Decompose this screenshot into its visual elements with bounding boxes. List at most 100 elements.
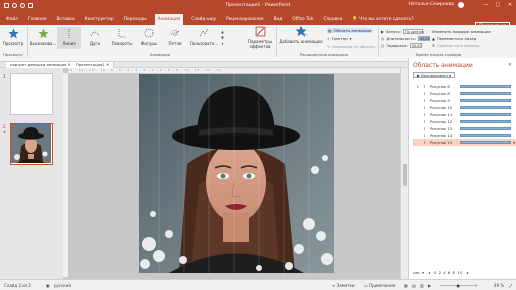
title-bar: Презентация1 - PowerPoint Наталья Смирно…: [0, 0, 516, 10]
effect-shapes[interactable]: Фигуры: [137, 27, 161, 46]
duration-control: ◷ Длительность: 02,00: [381, 36, 431, 41]
fit-slide-icon[interactable]: ⤢: [509, 280, 512, 290]
close-icon[interactable]: ✕: [106, 62, 109, 67]
animation-star-icon: ★: [3, 130, 7, 134]
item-dropdown-icon[interactable]: ▾: [513, 140, 515, 145]
divider: [27, 27, 28, 57]
effect-pop[interactable]: Выскакива...: [30, 27, 56, 46]
reading-view-icon[interactable]: ▥: [420, 280, 424, 290]
animation-item[interactable]: ⌇ Рисунок 12: [413, 118, 516, 125]
zoom-in-icon[interactable]: ▸: [467, 270, 469, 275]
redo-icon[interactable]: [20, 2, 25, 8]
close-pane-button[interactable]: ✕: [508, 62, 512, 68]
duration-label: Длительность:: [386, 36, 417, 41]
tab-file[interactable]: Файл: [4, 16, 20, 25]
slide-image[interactable]: [139, 74, 334, 273]
animation-item[interactable]: ⌇ Рисунок 8: [413, 90, 516, 97]
animation-item[interactable]: ⌇ Рисунок 15 ▾: [413, 139, 516, 146]
item-timing-bar[interactable]: [460, 120, 512, 123]
tab-review[interactable]: Рецензирование: [224, 16, 265, 25]
tab-animations[interactable]: Анимация: [154, 14, 184, 25]
tab-slideshow[interactable]: Слайд-шоу: [189, 16, 218, 25]
animation-painter-button[interactable]: ✎ Анимация по образцу: [327, 44, 376, 49]
item-timing-bar[interactable]: [460, 141, 512, 144]
seconds-dropdown[interactable]: сек. ▾: [413, 270, 424, 275]
animation-item[interactable]: ⌇ Рисунок 11: [413, 111, 516, 118]
maximize-button[interactable]: □: [492, 0, 504, 10]
close-button[interactable]: ✕: [504, 0, 516, 10]
tell-me-search[interactable]: 💡 Что вы хотите сделать?: [350, 16, 415, 25]
tab-home[interactable]: Главная: [26, 16, 49, 25]
language[interactable]: русский: [54, 280, 71, 290]
scrollbar-thumb[interactable]: [403, 164, 407, 186]
item-timing-bar[interactable]: [460, 99, 512, 102]
zoom-out-icon[interactable]: ◂: [428, 270, 430, 275]
gallery-up-icon[interactable]: ▲: [221, 29, 224, 34]
user-name[interactable]: Наталья Смирнова: [408, 0, 454, 10]
undo-icon[interactable]: [12, 2, 17, 8]
animation-item[interactable]: ⌇ Рисунок 13: [413, 125, 516, 132]
group-preview-label: Просмотр: [3, 52, 23, 57]
animation-pane-button[interactable]: ▤ Область анимации: [327, 28, 373, 33]
trigger-button[interactable]: ⚡ Триггер ▾: [327, 36, 352, 41]
effect-loops[interactable]: Петли: [163, 27, 187, 46]
notes-button[interactable]: ≡ Заметки: [332, 280, 354, 290]
effect-options-button[interactable]: Параметры эффектов: [246, 25, 274, 49]
item-timing-bar[interactable]: [460, 134, 512, 137]
move-later-button[interactable]: ▼ Переместить вперед: [432, 43, 479, 48]
minimize-button[interactable]: —: [480, 0, 492, 10]
sorter-view-icon[interactable]: ▤: [412, 280, 416, 290]
slideshow-view-icon[interactable]: ▶: [428, 280, 431, 290]
item-timing-bar[interactable]: [460, 106, 512, 109]
gallery-more-icon[interactable]: ▾: [222, 41, 224, 46]
tab-design[interactable]: Конструктор: [83, 16, 116, 25]
slide-thumbnail-2[interactable]: [10, 123, 53, 165]
effect-turns[interactable]: Повороты: [109, 27, 135, 46]
motion-path-icon: ⌇: [423, 84, 426, 89]
delay-control: ◷ Задержка: 00,00: [381, 43, 422, 48]
tab-transitions[interactable]: Переходы: [122, 16, 149, 25]
animation-item[interactable]: ⌇ Рисунок 14: [413, 132, 516, 139]
tab-view[interactable]: Вид: [272, 16, 285, 25]
item-timing-bar[interactable]: [460, 113, 512, 116]
vertical-scrollbar[interactable]: [400, 68, 408, 279]
gallery-down-icon[interactable]: ▼: [221, 35, 224, 40]
avatar[interactable]: [458, 2, 464, 8]
start-slideshow-icon[interactable]: [28, 2, 33, 8]
zoom-level[interactable]: 49 %: [494, 280, 504, 290]
custom-path-icon: [198, 27, 210, 39]
move-earlier-button[interactable]: ▲ Переместить назад: [432, 36, 476, 41]
delay-input[interactable]: 00,00: [409, 43, 422, 48]
normal-view-icon[interactable]: ▦: [404, 280, 408, 290]
motion-path-icon: ⌇: [423, 98, 426, 103]
animation-item[interactable]: 1 ⌇ Рисунок 6: [413, 83, 516, 90]
add-animation-button[interactable]: + Добавить анимацию: [278, 25, 324, 44]
tab-insert[interactable]: Вставка: [54, 16, 76, 25]
preview-button[interactable]: Просмотр: [3, 27, 23, 46]
slide-thumbnail-1[interactable]: [10, 73, 53, 115]
item-timing-bar[interactable]: [460, 92, 512, 95]
effect-custom[interactable]: Пользовате...: [189, 27, 219, 46]
seconds-label: сек.: [413, 270, 421, 275]
effect-line[interactable]: Линия: [57, 27, 81, 49]
play-button[interactable]: ▶ Воспроизвести: [413, 72, 456, 78]
effect-arcs[interactable]: Дуги: [83, 27, 107, 46]
zoom-slider[interactable]: –──────●──────+: [440, 280, 478, 290]
item-label: Рисунок 14: [430, 133, 453, 138]
tab-help[interactable]: Справка: [321, 16, 344, 25]
spellcheck-icon[interactable]: ▣: [46, 280, 50, 290]
tab-office-tab[interactable]: Office Tab: [290, 16, 315, 25]
item-timing-bar[interactable]: [460, 85, 512, 88]
close-icon[interactable]: ✕: [68, 62, 71, 67]
gallery-scroll[interactable]: ▲ ▼ ▾: [221, 29, 224, 46]
item-timing-bar[interactable]: [460, 127, 512, 130]
duration-input[interactable]: 02,00: [418, 36, 431, 41]
animation-item[interactable]: ⌇ Рисунок 9: [413, 97, 516, 104]
comments-button[interactable]: ▭ Примечания: [364, 280, 395, 290]
slide-thumbnails: 1 2 ★: [0, 68, 63, 279]
animation-painter-label: Анимация по образцу: [332, 44, 376, 49]
animation-item[interactable]: ⌇ Рисунок 10: [413, 104, 516, 111]
start-select[interactable]: По щелчку: [403, 29, 424, 34]
save-icon[interactable]: [4, 2, 9, 8]
quick-access-toolbar: [0, 2, 33, 8]
